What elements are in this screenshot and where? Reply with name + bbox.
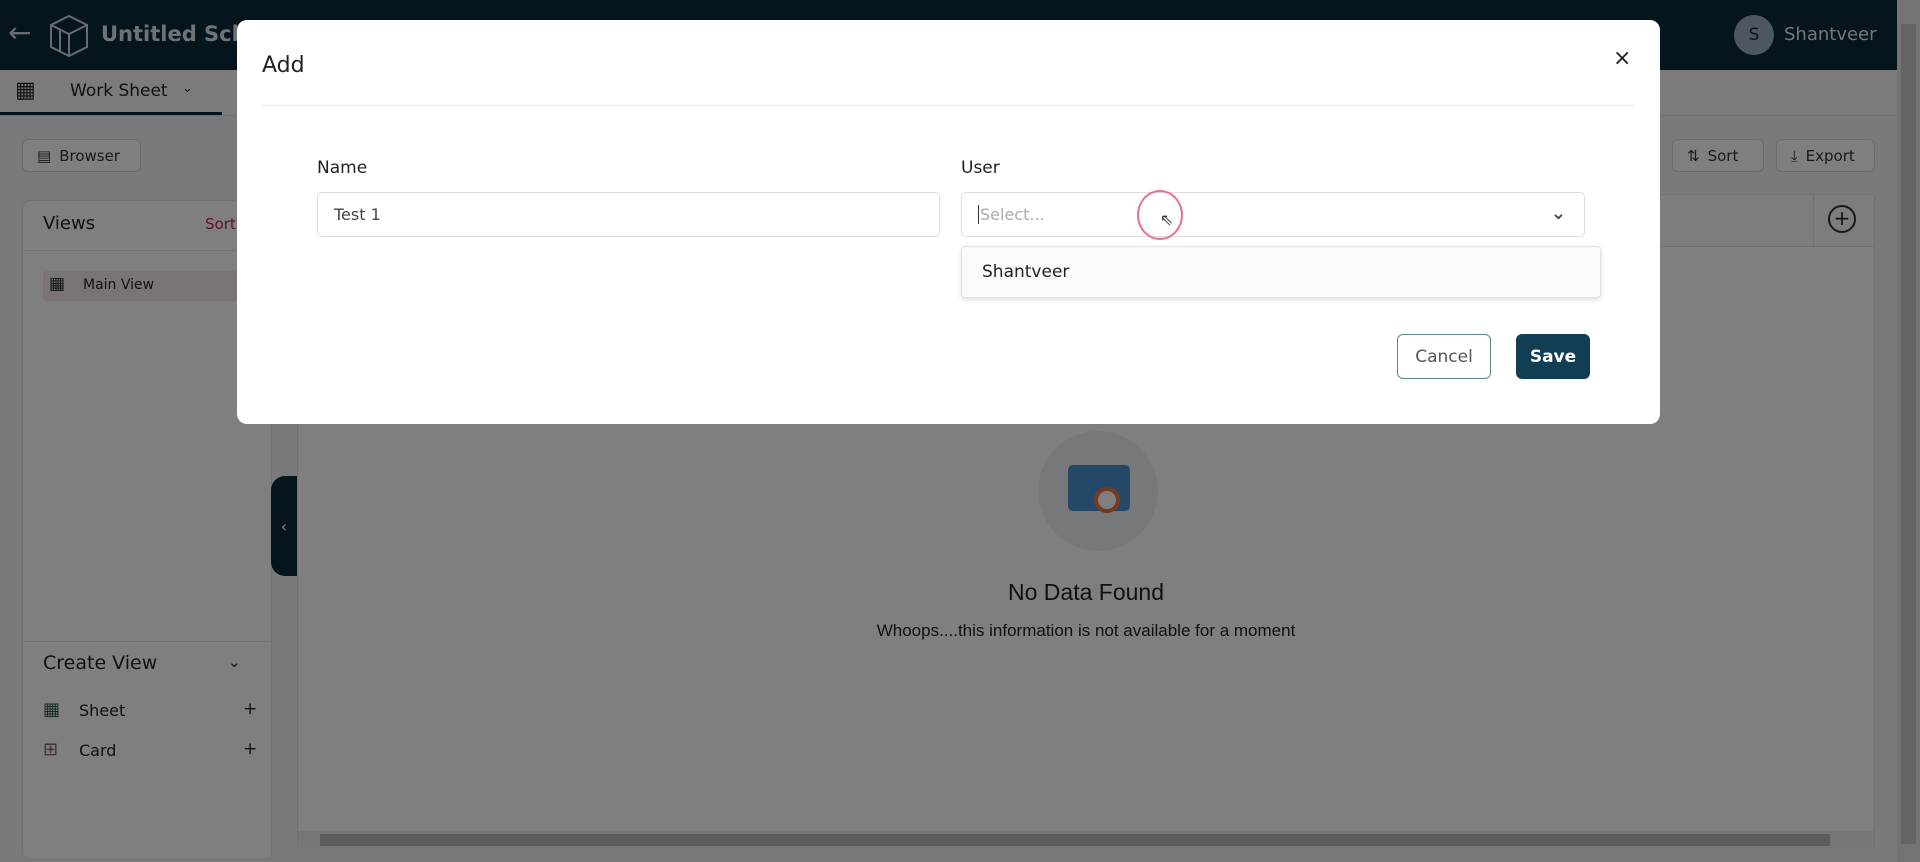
- user-select[interactable]: Select... ⌄: [961, 192, 1585, 237]
- name-input[interactable]: Test 1: [317, 192, 940, 237]
- user-option[interactable]: Shantveer: [982, 262, 1069, 282]
- name-value: Test 1: [334, 205, 381, 224]
- user-label: User: [961, 158, 1000, 178]
- save-button[interactable]: Save: [1516, 334, 1590, 379]
- mouse-cursor-icon: ⇖: [1160, 210, 1174, 229]
- dialog-title: Add: [262, 53, 305, 78]
- add-dialog: Add × Name Test 1 User Select... ⌄ Shant…: [237, 20, 1660, 424]
- close-icon[interactable]: ×: [1613, 46, 1631, 71]
- name-label: Name: [317, 158, 368, 178]
- user-dropdown-menu: Shantveer: [961, 246, 1601, 298]
- chevron-down-icon[interactable]: ⌄: [1551, 203, 1566, 224]
- user-placeholder: Select...: [978, 205, 1045, 224]
- cancel-button[interactable]: Cancel: [1397, 334, 1491, 379]
